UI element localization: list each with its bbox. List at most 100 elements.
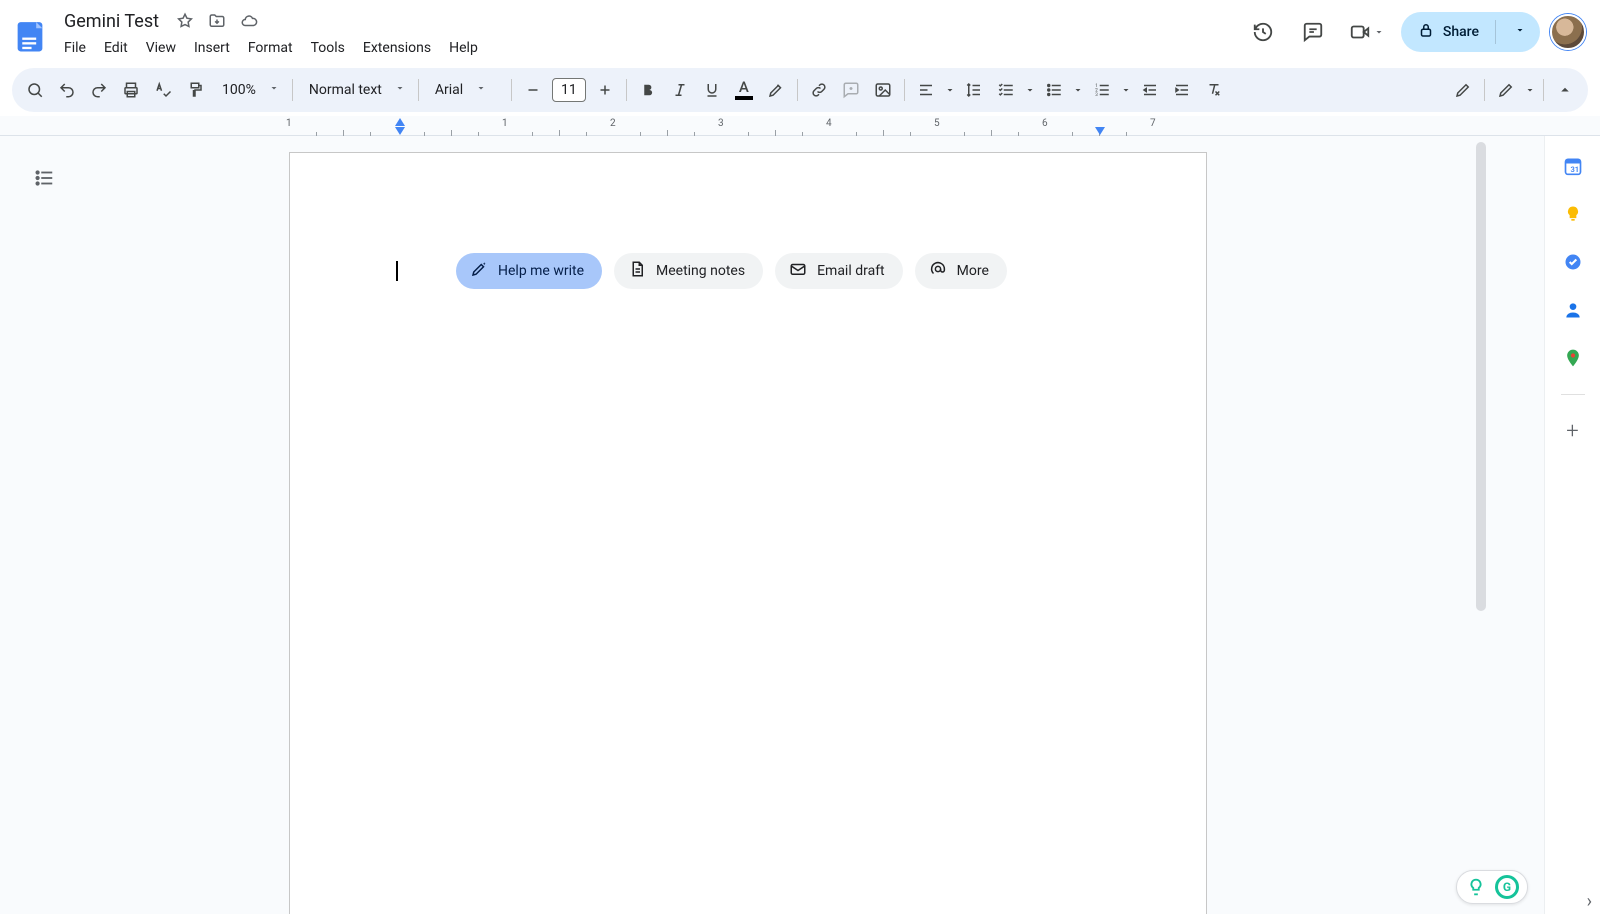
- move-folder-icon[interactable]: [205, 9, 229, 33]
- help-me-write-chip[interactable]: Help me write: [456, 253, 602, 289]
- appbar-right: Share: [1243, 12, 1586, 52]
- insert-image-icon[interactable]: [868, 75, 898, 105]
- document-page[interactable]: Help me write Meeting notes Email draft: [289, 152, 1207, 914]
- underline-icon[interactable]: [697, 75, 727, 105]
- vertical-scrollbar[interactable]: [1474, 136, 1488, 914]
- app-bar: Gemini Test File Edit View Insert Format…: [0, 0, 1600, 64]
- italic-icon[interactable]: [665, 75, 695, 105]
- zoom-caret-icon: [268, 82, 280, 98]
- page-scroll[interactable]: Help me write Meeting notes Email draft: [0, 136, 1544, 914]
- highlight-color-icon[interactable]: [761, 75, 791, 105]
- right-indent-marker[interactable]: [1095, 127, 1105, 135]
- comments-icon[interactable]: [1293, 12, 1333, 52]
- docs-logo-icon[interactable]: [10, 16, 50, 56]
- toolbar-separator: [1543, 79, 1544, 101]
- line-spacing-icon[interactable]: [959, 75, 989, 105]
- menu-insert[interactable]: Insert: [186, 36, 238, 60]
- ruler[interactable]: 1 1 2 3 4 5 6 7: [289, 116, 1207, 136]
- numbered-list-icon[interactable]: 123: [1087, 75, 1117, 105]
- font-size-decrease-icon[interactable]: [518, 75, 548, 105]
- menu-help[interactable]: Help: [441, 36, 486, 60]
- align-icon[interactable]: [911, 75, 941, 105]
- meet-caret-icon: [1373, 23, 1385, 42]
- tasks-icon[interactable]: [1561, 250, 1585, 274]
- align-caret-icon[interactable]: [943, 75, 957, 105]
- side-panel-separator: [1561, 394, 1585, 395]
- explore-bulb-icon[interactable]: [1465, 876, 1487, 898]
- paint-format-icon[interactable]: [180, 75, 210, 105]
- font-size-input[interactable]: 11: [552, 78, 586, 102]
- text-cursor: [396, 261, 398, 281]
- video-camera-icon: [1349, 12, 1371, 52]
- ruler-label: 5: [934, 118, 940, 129]
- ruler-label: 1: [286, 118, 292, 129]
- calendar-icon[interactable]: 31: [1561, 154, 1585, 178]
- font-size-increase-icon[interactable]: [590, 75, 620, 105]
- show-side-panel-icon[interactable]: ›: [1587, 891, 1592, 912]
- grammarly-icon[interactable]: G: [1495, 875, 1519, 899]
- redo-icon[interactable]: [84, 75, 114, 105]
- search-menus-icon[interactable]: [20, 75, 50, 105]
- first-line-indent-marker[interactable]: [395, 118, 405, 126]
- toolbar-separator: [904, 79, 905, 101]
- paragraph-style-value: Normal text: [309, 82, 382, 98]
- meeting-notes-chip[interactable]: Meeting notes: [614, 253, 763, 289]
- ruler-label: 2: [610, 118, 616, 129]
- paragraph-style-select[interactable]: Normal text: [299, 75, 412, 105]
- document-title[interactable]: Gemini Test: [58, 9, 165, 34]
- editing-mode-dropdown-icon[interactable]: [1491, 75, 1521, 105]
- share-button[interactable]: Share: [1401, 12, 1540, 52]
- menu-format[interactable]: Format: [240, 36, 301, 60]
- more-chip[interactable]: More: [915, 253, 1007, 289]
- spellcheck-icon[interactable]: [148, 75, 178, 105]
- add-on-plus-icon[interactable]: +: [1561, 419, 1585, 443]
- ruler-label: 4: [826, 118, 832, 129]
- scrollbar-thumb[interactable]: [1476, 142, 1486, 611]
- bold-icon[interactable]: [633, 75, 663, 105]
- editing-mode-pen-icon[interactable]: [1448, 75, 1478, 105]
- toolbar-separator: [292, 79, 293, 101]
- toolbar: 100% Normal text Arial 11: [12, 68, 1588, 112]
- menu-extensions[interactable]: Extensions: [355, 36, 439, 60]
- menu-file[interactable]: File: [56, 36, 94, 60]
- text-color-icon[interactable]: A: [729, 75, 759, 105]
- menu-edit[interactable]: Edit: [96, 36, 136, 60]
- smart-chips-bar: Help me write Meeting notes Email draft: [456, 253, 1007, 289]
- workspace: Help me write Meeting notes Email draft: [0, 136, 1600, 914]
- last-edit-history-icon[interactable]: [1243, 12, 1283, 52]
- share-label: Share: [1443, 24, 1479, 40]
- checklist-icon[interactable]: [991, 75, 1021, 105]
- numbered-caret-icon[interactable]: [1119, 75, 1133, 105]
- add-comment-icon[interactable]: [836, 75, 866, 105]
- keep-icon[interactable]: [1561, 202, 1585, 226]
- menu-tools[interactable]: Tools: [303, 36, 353, 60]
- email-draft-label: Email draft: [817, 263, 885, 279]
- font-value: Arial: [435, 82, 463, 98]
- clear-formatting-icon[interactable]: [1199, 75, 1229, 105]
- font-select[interactable]: Arial: [425, 75, 505, 105]
- account-avatar[interactable]: [1550, 14, 1586, 50]
- print-icon[interactable]: [116, 75, 146, 105]
- contacts-icon[interactable]: [1561, 298, 1585, 322]
- cloud-saved-icon[interactable]: [237, 9, 261, 33]
- zoom-select[interactable]: 100%: [212, 75, 286, 105]
- hide-menus-icon[interactable]: [1550, 75, 1580, 105]
- star-icon[interactable]: [173, 9, 197, 33]
- bulleted-caret-icon[interactable]: [1071, 75, 1085, 105]
- undo-icon[interactable]: [52, 75, 82, 105]
- left-indent-marker[interactable]: [395, 127, 405, 135]
- email-draft-chip[interactable]: Email draft: [775, 253, 903, 289]
- menu-view[interactable]: View: [138, 36, 184, 60]
- meet-button[interactable]: [1343, 12, 1391, 52]
- decrease-indent-icon[interactable]: [1135, 75, 1165, 105]
- editing-mode-caret-icon[interactable]: [1523, 75, 1537, 105]
- checklist-caret-icon[interactable]: [1023, 75, 1037, 105]
- maps-icon[interactable]: [1561, 346, 1585, 370]
- toolbar-separator: [511, 79, 512, 101]
- increase-indent-icon[interactable]: [1167, 75, 1197, 105]
- toolbar-separator: [626, 79, 627, 101]
- svg-text:31: 31: [1570, 165, 1579, 174]
- share-caret-icon[interactable]: [1504, 24, 1536, 40]
- insert-link-icon[interactable]: [804, 75, 834, 105]
- bulleted-list-icon[interactable]: [1039, 75, 1069, 105]
